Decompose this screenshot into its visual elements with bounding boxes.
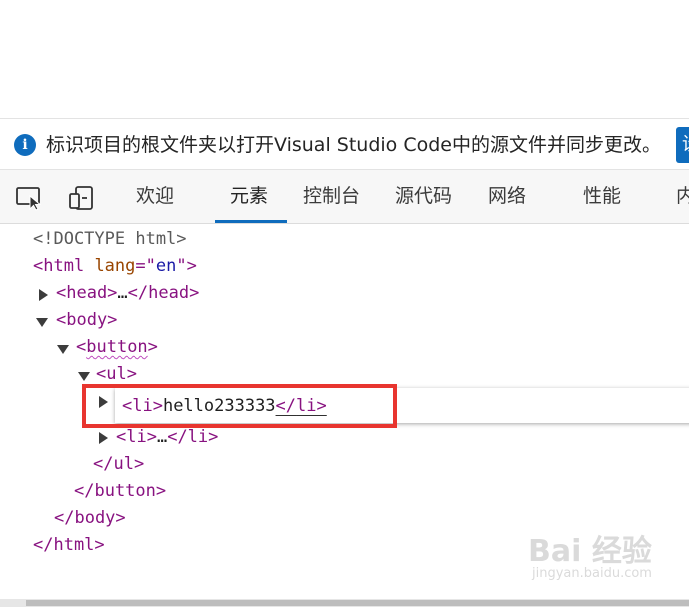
expand-li2-icon[interactable] [99,432,108,444]
dom-button-node[interactable]: <button> [76,334,158,361]
tab-network[interactable]: 网络 [488,170,526,223]
dom-doctype[interactable]: <!DOCTYPE html> [33,226,187,253]
collapse-ul-icon[interactable] [78,372,90,381]
collapse-button-icon[interactable] [57,345,69,354]
tab-sources[interactable]: 源代码 [395,170,452,223]
collapse-body-icon[interactable] [36,318,48,327]
tab-welcome[interactable]: 欢迎 [136,170,174,223]
info-message: 标识项目的根文件夹以打开Visual Studio Code中的源文件并同步更改… [46,134,661,156]
scrollbar-thumb[interactable] [26,600,689,606]
horizontal-scrollbar[interactable] [0,599,689,607]
expand-head-icon[interactable] [39,289,48,301]
inspect-element-icon[interactable] [15,185,45,211]
tab-elements[interactable]: 元素 [230,170,268,223]
dom-li2-node[interactable]: <li>…</li> [116,424,218,451]
dom-ul-close[interactable]: </ul> [93,451,144,478]
dom-button-close[interactable]: </button> [74,478,166,505]
device-emulation-icon[interactable] [67,185,97,211]
tab-console[interactable]: 控制台 [303,170,360,223]
page-top-blank [0,0,689,118]
dom-html-node[interactable]: <html lang="en"> [33,253,197,280]
dom-body-node[interactable]: <body> [56,307,117,334]
dom-html-close[interactable]: </html> [33,532,105,559]
set-root-folder-button[interactable]: 设 [676,127,689,163]
baidu-jingyan-watermark: Bai 经验 jingyan.baidu.com [528,534,652,581]
info-icon: i [14,134,36,156]
red-highlight-annotation [82,384,397,428]
dom-body-close[interactable]: </body> [54,505,126,532]
dom-head-node[interactable]: <head>…</head> [56,280,199,307]
active-tab-indicator [215,220,287,223]
devtools-tab-bar: 欢迎 元素 控制台 源代码 网络 性能 内 [0,170,689,224]
tab-memory[interactable]: 内 [676,170,689,223]
tab-performance[interactable]: 性能 [583,170,621,223]
info-bar: i 标识项目的根文件夹以打开Visual Studio Code中的源文件并同步… [0,118,689,170]
